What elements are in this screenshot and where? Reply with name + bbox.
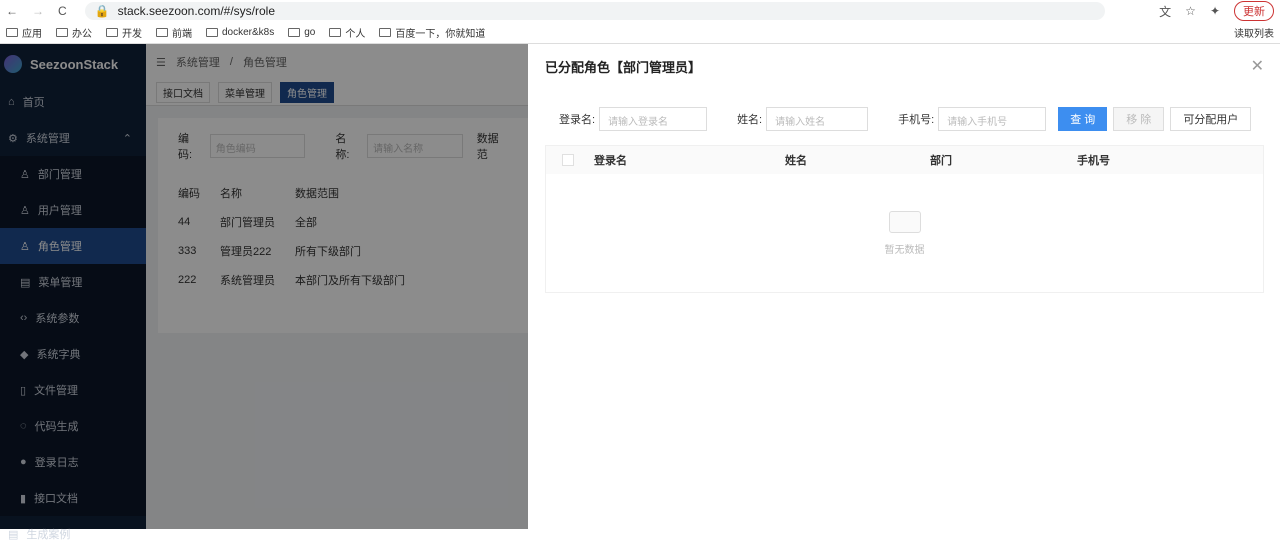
login-name-input[interactable]: 请输入登录名 xyxy=(599,107,708,131)
apps-icon xyxy=(6,28,18,37)
name-input[interactable]: 请输入姓名 xyxy=(766,107,869,131)
assigned-users-drawer: 已分配角色【部门管理员】 ✕ 登录名: 请输入登录名 姓名: 请输入姓名 手机号:… xyxy=(528,44,1280,529)
select-all-checkbox[interactable] xyxy=(562,154,574,166)
phone-label: 手机号: xyxy=(898,114,935,126)
bookmark-item[interactable]: 前端 xyxy=(156,25,192,40)
bookmark-label: 开发 xyxy=(122,29,142,40)
folder-icon xyxy=(288,28,301,37)
drawer-mask[interactable] xyxy=(0,44,528,529)
reload-icon[interactable]: C xyxy=(58,4,67,18)
remove-button[interactable]: 移 除 xyxy=(1113,107,1165,131)
empty-state: 暂无数据 xyxy=(546,174,1263,292)
star-icon[interactable]: ☆ xyxy=(1185,4,1196,18)
column-header: 姓名 xyxy=(785,155,807,167)
bookmark-item[interactable]: go xyxy=(288,27,315,38)
bookmark-item[interactable]: 开发 xyxy=(106,25,142,40)
bookmark-label: 前端 xyxy=(172,29,192,40)
bookmark-label: 个人 xyxy=(345,29,366,40)
update-button[interactable]: 更新 xyxy=(1234,1,1274,21)
bookmark-label: 办公 xyxy=(72,29,92,40)
empty-text: 暂无数据 xyxy=(884,244,925,256)
column-header: 手机号 xyxy=(1077,155,1110,167)
folder-icon xyxy=(379,28,392,37)
login-name-label: 登录名: xyxy=(559,114,596,126)
assignable-users-button[interactable]: 可分配用户 xyxy=(1170,107,1252,131)
bookmark-item[interactable]: 办公 xyxy=(56,25,92,40)
folder-icon xyxy=(206,28,218,37)
empty-box-icon xyxy=(888,210,921,233)
bookmark-item[interactable]: 百度一下，你就知道 xyxy=(379,25,485,40)
bookmark-label: docker&k8s xyxy=(222,27,275,38)
bookmark-label: 应用 xyxy=(22,29,42,40)
bookmark-item[interactable]: docker&k8s xyxy=(206,27,274,38)
close-icon[interactable]: ✕ xyxy=(1251,56,1264,76)
column-header: 部门 xyxy=(930,155,952,167)
menu-icon: ▤ xyxy=(8,528,19,541)
forward-icon[interactable]: → xyxy=(32,4,44,18)
back-icon[interactable]: ← xyxy=(6,4,18,18)
name-label: 姓名: xyxy=(737,114,763,126)
drawer-title: 已分配角色【部门管理员】 xyxy=(545,59,702,75)
bookmark-item[interactable]: 应用 xyxy=(6,25,42,40)
folder-icon xyxy=(106,28,118,37)
extension-icon[interactable]: ✦ xyxy=(1210,4,1220,18)
column-header: 登录名 xyxy=(594,155,627,167)
browser-toolbar: ← → C 🔒 stack.seezoon.com/#/sys/role 文 ☆ … xyxy=(0,0,1280,22)
address-bar[interactable]: 🔒 stack.seezoon.com/#/sys/role xyxy=(84,2,1105,20)
url-text: stack.seezoon.com/#/sys/role xyxy=(117,4,276,18)
reading-list[interactable]: 读取列表 xyxy=(1234,25,1274,40)
phone-input[interactable]: 请输入手机号 xyxy=(938,107,1047,131)
translate-icon[interactable]: 文 xyxy=(1159,3,1171,20)
lock-icon: 🔒 xyxy=(94,4,110,18)
bookmark-label: 百度一下，你就知道 xyxy=(395,29,486,40)
folder-icon xyxy=(56,28,68,37)
query-button[interactable]: 查 询 xyxy=(1058,107,1108,131)
user-table: 登录名 姓名 部门 手机号 暂无数据 xyxy=(545,145,1264,293)
bookmarks-bar: 应用 办公 开发 前端 docker&k8s go 个人 百度一下，你就知道 读取列表 xyxy=(0,22,1280,44)
bookmark-label: go xyxy=(304,27,316,38)
folder-icon xyxy=(329,28,342,37)
folder-icon xyxy=(156,28,168,37)
bookmark-item[interactable]: 个人 xyxy=(329,25,365,40)
